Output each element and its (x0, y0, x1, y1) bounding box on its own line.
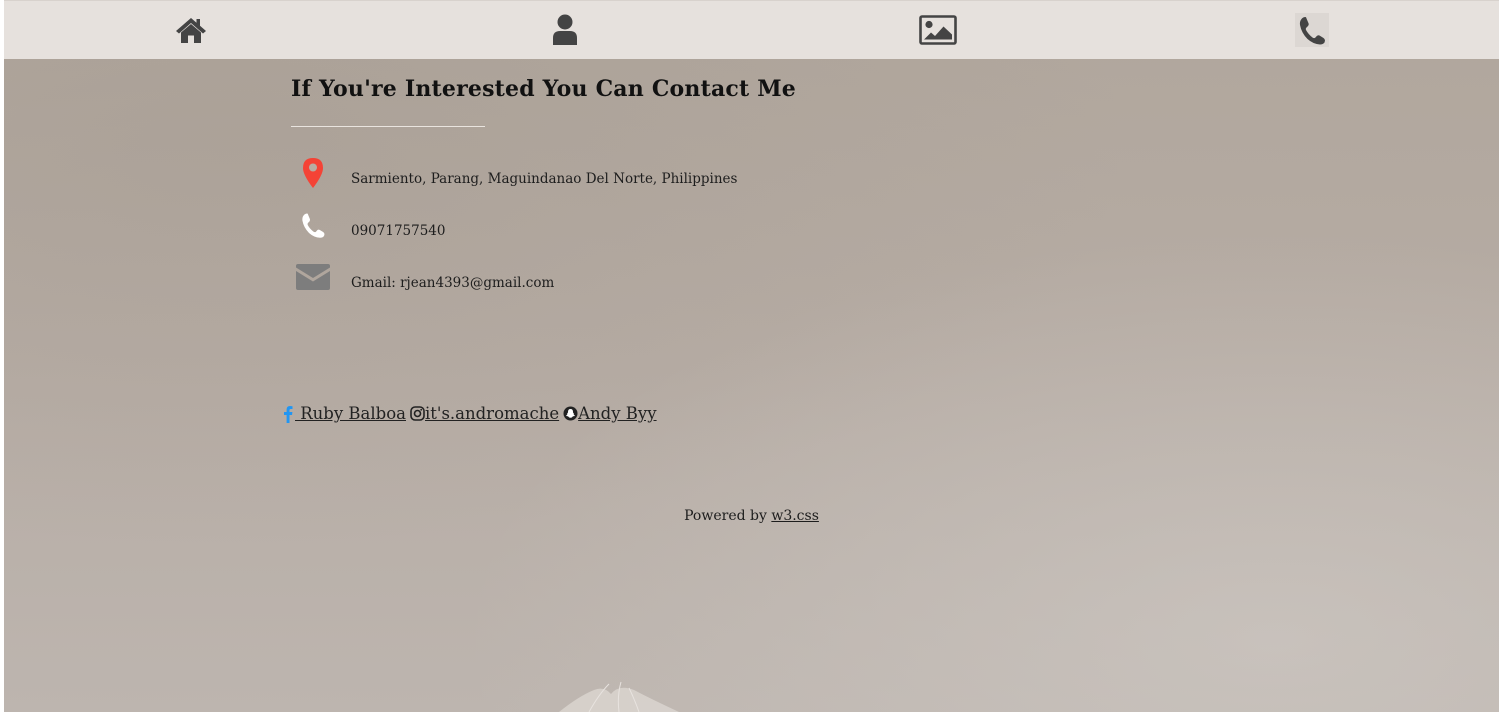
user-icon (550, 14, 580, 46)
facebook-link[interactable]: Ruby Balboa (295, 404, 406, 423)
home-icon (173, 16, 209, 44)
instagram-icon (410, 406, 425, 421)
nav-about[interactable] (378, 1, 752, 59)
contact-title: If You're Interested You Can Contact Me (291, 76, 796, 102)
feather-decoration (549, 676, 709, 712)
footer-powered-by: Powered by (684, 508, 772, 524)
image-icon (917, 15, 959, 45)
page-background: If You're Interested You Can Contact Me … (4, 0, 1499, 712)
nav-photos[interactable] (752, 1, 1126, 59)
phone-row: 09071757540 (291, 199, 991, 251)
instagram-link[interactable]: it's.andromache (425, 404, 559, 423)
footer-w3css-link[interactable]: w3.css (771, 508, 819, 524)
phone-white-icon (291, 210, 335, 240)
snapchat-link[interactable]: Andy Byy (578, 404, 656, 423)
email-text: Gmail: rjean4393@gmail.com (351, 275, 555, 291)
map-marker-icon (291, 157, 335, 189)
envelope-icon (291, 263, 335, 291)
phone-icon (1295, 13, 1330, 47)
snapchat-icon (563, 406, 578, 421)
social-links: Ruby Balboa it's.andromache Andy Byy (283, 404, 657, 423)
address-text: Sarmiento, Parang, Maguindanao Del Norte… (351, 171, 738, 187)
address-row: Sarmiento, Parang, Maguindanao Del Norte… (291, 147, 991, 199)
top-navbar (4, 0, 1499, 59)
nav-contact[interactable] (1125, 1, 1499, 59)
email-row: Gmail: rjean4393@gmail.com (291, 251, 991, 303)
footer: Powered by w3.css (4, 508, 1499, 524)
nav-home[interactable] (4, 1, 378, 59)
phone-text: 09071757540 (351, 223, 446, 239)
facebook-icon (283, 405, 293, 423)
contact-section: If You're Interested You Can Contact Me … (291, 76, 991, 303)
title-divider (291, 126, 485, 127)
